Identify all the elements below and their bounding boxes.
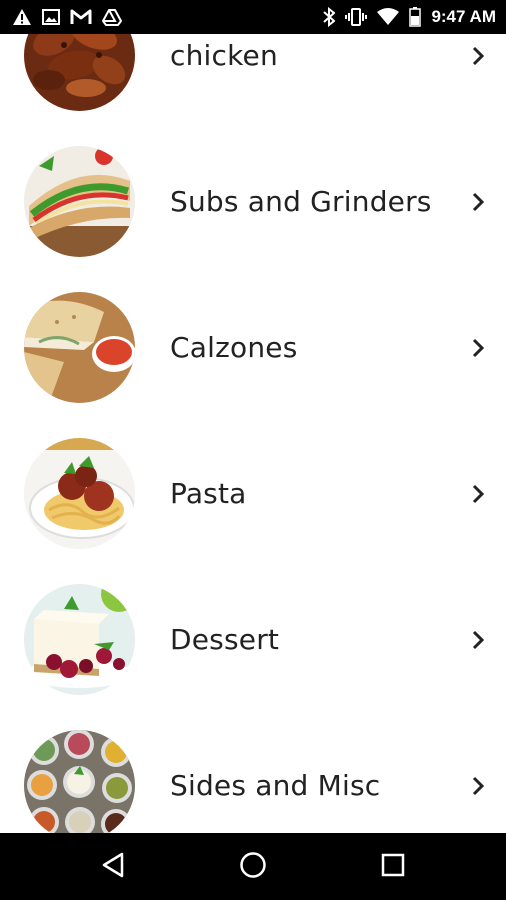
- chevron-right-icon: [466, 628, 490, 652]
- chevron-right-icon: [466, 190, 490, 214]
- sub-sandwich-image: [24, 146, 135, 257]
- menu-item-dessert[interactable]: Dessert: [0, 559, 506, 705]
- bluetooth-icon: [323, 7, 336, 27]
- menu-category-list[interactable]: chicken Subs and Grinders Calzones Pasta…: [0, 34, 506, 833]
- back-button[interactable]: [73, 833, 153, 900]
- chevron-right-icon: [466, 336, 490, 360]
- menu-item-label: Dessert: [170, 623, 280, 656]
- chevron-right-icon: [466, 44, 490, 68]
- calzone-image: [24, 292, 135, 403]
- vibrate-icon: [345, 7, 368, 27]
- recents-icon: [380, 852, 406, 882]
- menu-item-pasta[interactable]: Pasta: [0, 413, 506, 559]
- dipping-sauces-image: [24, 730, 135, 833]
- status-right-icons: 9:47 AM: [323, 7, 496, 27]
- menu-item-label: Calzones: [170, 331, 298, 364]
- warning-icon: [12, 8, 32, 26]
- recents-button[interactable]: [353, 833, 433, 900]
- back-icon: [100, 851, 126, 883]
- menu-item-subs-and-grinders[interactable]: Subs and Grinders: [0, 121, 506, 267]
- drive-icon: [102, 8, 122, 26]
- cheesecake-image: [24, 584, 135, 695]
- gmail-icon: [70, 9, 92, 25]
- navigation-bar: [0, 833, 506, 900]
- chicken-wings-image: [24, 34, 135, 111]
- status-bar: 9:47 AM: [0, 0, 506, 34]
- battery-icon: [409, 7, 422, 27]
- menu-item-label: Subs and Grinders: [170, 185, 432, 218]
- chevron-right-icon: [466, 774, 490, 798]
- image-icon: [42, 8, 60, 26]
- home-button[interactable]: [213, 833, 293, 900]
- menu-item-sides-and-misc[interactable]: Sides and Misc: [0, 705, 506, 833]
- home-icon: [239, 851, 267, 883]
- status-time: 9:47 AM: [431, 7, 496, 26]
- menu-item-chicken[interactable]: chicken: [0, 34, 506, 121]
- menu-item-label: Sides and Misc: [170, 769, 381, 802]
- wifi-icon: [377, 8, 400, 26]
- menu-item-label: Pasta: [170, 477, 247, 510]
- chevron-right-icon: [466, 482, 490, 506]
- status-left-icons: [12, 8, 122, 26]
- pasta-meatballs-image: [24, 438, 135, 549]
- menu-item-calzones[interactable]: Calzones: [0, 267, 506, 413]
